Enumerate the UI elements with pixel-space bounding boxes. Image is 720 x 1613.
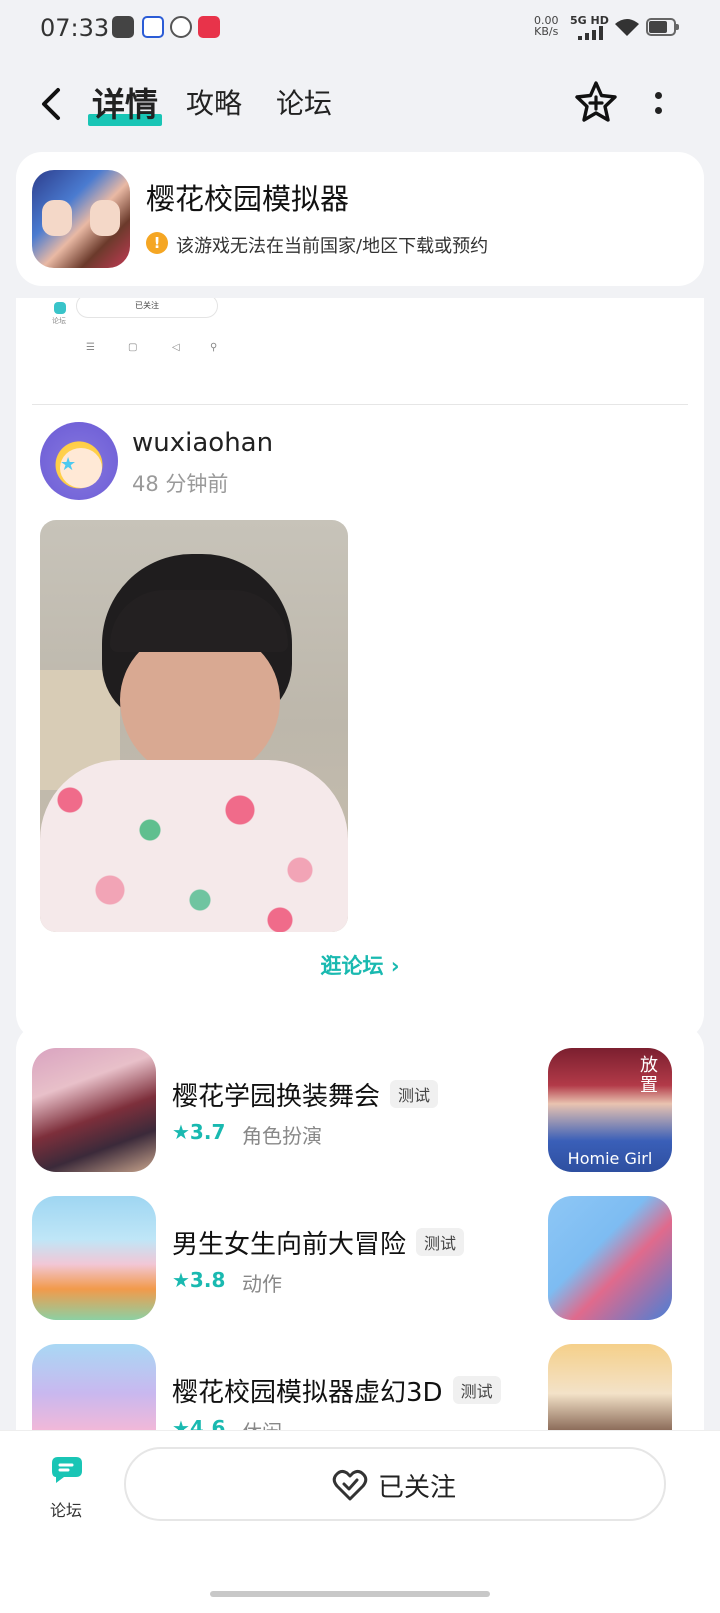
genre: 动作 (242, 1272, 282, 1296)
mini-home-icon: ▢ (128, 342, 138, 353)
test-tag: 测试 (416, 1228, 465, 1256)
side-game-icon[interactable] (548, 1196, 672, 1320)
forum-tab-label[interactable]: 论坛 (50, 1497, 82, 1521)
side-game-icon[interactable]: 放置 Homie Girl (548, 1048, 672, 1172)
side-sublabel: Homie Girl (567, 1149, 653, 1168)
followed-button[interactable]: 已关注 (124, 1447, 666, 1521)
baidu-notification-icon (142, 16, 164, 38)
post-time: 48 分钟前 (132, 472, 229, 496)
tab-guides[interactable]: 攻略 (186, 82, 242, 122)
followed-label: 已关注 (378, 1473, 457, 1503)
heart-check-icon (332, 1469, 368, 1501)
game-thumbnail (32, 1196, 156, 1320)
mini-menu-icon: ☰ (86, 342, 95, 353)
tiktok-notification-icon (112, 16, 134, 38)
more-options-icon[interactable] (650, 88, 666, 120)
mini-forum-label: 论坛 (52, 317, 66, 325)
mini-person-icon: ⚲ (210, 342, 218, 353)
test-tag: 测试 (390, 1080, 439, 1108)
net-speed: 0.00 KB/s (534, 14, 559, 38)
back-arrow-icon[interactable] (34, 84, 70, 124)
recommendation-list: 樱花学园换装舞会 测试 ★3.7 角色扮演 放置 Homie Girl 男生女生向… (16, 1024, 704, 1444)
side-label: 放置 (640, 1055, 658, 1096)
bottom-action-bar: 论坛 已关注 (0, 1430, 720, 1613)
home-indicator[interactable] (210, 1591, 490, 1597)
add-favorite-star-icon[interactable] (574, 80, 618, 124)
test-tag: 测试 (452, 1376, 501, 1404)
signal-icon (578, 26, 603, 40)
game-icon (32, 170, 130, 268)
wifi-icon (615, 19, 639, 36)
list-item[interactable]: 男生女生向前大冒险 测试 ★3.8 动作 (16, 1196, 704, 1324)
status-time: 07:33 (40, 14, 110, 42)
rating: ★3.8 (172, 1268, 226, 1292)
browse-forum-link[interactable]: 逛论坛 › (16, 950, 704, 980)
forum-chat-icon[interactable] (50, 1453, 86, 1487)
rating: ★3.7 (172, 1120, 226, 1144)
mini-forum-icon (54, 302, 66, 314)
battery-icon (646, 18, 679, 36)
mini-follow-button: 已关注 (76, 298, 218, 318)
genre: 角色扮演 (242, 1124, 322, 1148)
top-nav: 详情 攻略 论坛 (0, 70, 720, 140)
game-thumbnail (32, 1048, 156, 1172)
info-warning-icon: ! (146, 232, 168, 254)
embedded-screenshot: 论坛 已关注 ☰ ▢ ◁ ⚲ (16, 298, 704, 406)
rec-title: 男生女生向前大冒险 测试 (172, 1224, 465, 1261)
app-notification-icon (198, 16, 220, 38)
post-image[interactable] (40, 520, 348, 932)
list-item[interactable]: 樱花学园换装舞会 测试 ★3.7 角色扮演 放置 Homie Girl (16, 1048, 704, 1176)
list-item[interactable]: 樱花校园模拟器虚幻3D测试 ★4.6 休闲 (16, 1344, 704, 1444)
divider (32, 404, 688, 405)
status-bar: 07:33 0.00 KB/s 5G HD (0, 0, 720, 58)
region-notice: 该游戏无法在当前国家/地区下载或预约 (176, 236, 489, 257)
link-notification-icon (170, 16, 192, 38)
mini-back-icon: ◁ (172, 342, 180, 353)
post-username[interactable]: wuxiaohan (132, 428, 273, 458)
rec-title: 樱花校园模拟器虚幻3D 测试 (172, 1372, 501, 1409)
tab-details[interactable]: 详情 (88, 78, 162, 126)
game-thumbnail (32, 1344, 156, 1444)
rec-title: 樱花学园换装舞会 测试 (172, 1076, 439, 1113)
tab-forum[interactable]: 论坛 (276, 82, 332, 122)
avatar[interactable]: ★ (40, 422, 118, 500)
game-title: 樱花校园模拟器 (146, 182, 350, 216)
forum-preview-card: 论坛 已关注 ☰ ▢ ◁ ⚲ ★ wuxiaohan 48 分钟前 逛论坛 › (16, 298, 704, 1040)
game-info-card: 樱花校园模拟器 ! 该游戏无法在当前国家/地区下载或预约 (16, 152, 704, 286)
side-game-icon[interactable] (548, 1344, 672, 1444)
